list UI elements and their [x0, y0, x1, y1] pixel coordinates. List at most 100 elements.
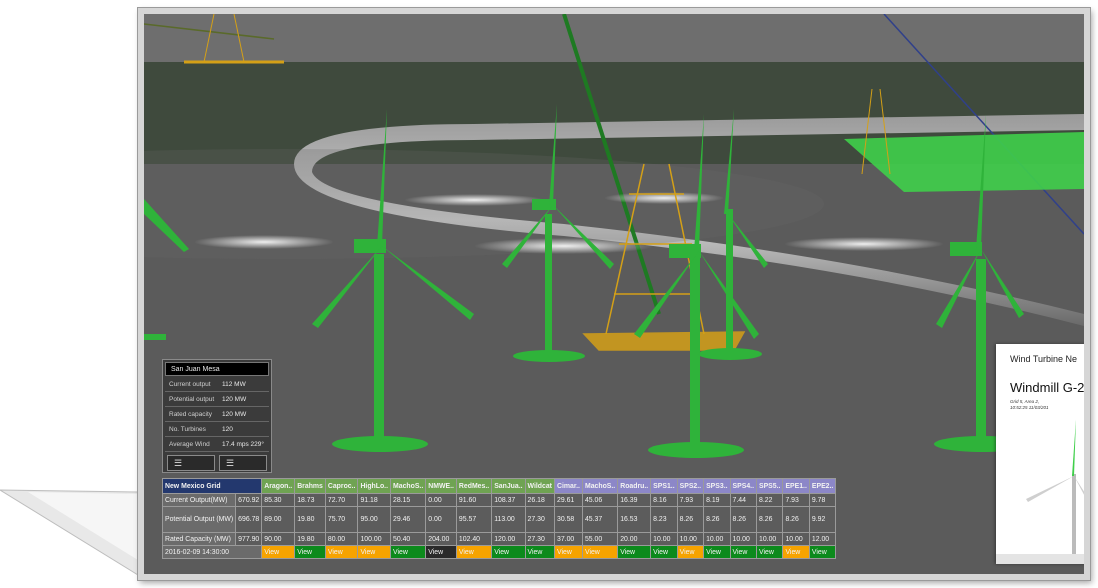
grid-cell: 204.00 — [425, 532, 457, 546]
grid-cell: 8.26 — [703, 506, 731, 533]
grid-cell: 0.00 — [425, 506, 457, 533]
grid-cell: 85.30 — [261, 493, 296, 507]
grid-cell: 95.57 — [455, 506, 493, 533]
view-button[interactable]: View — [581, 545, 619, 559]
grid-column-header[interactable]: MachoS.. — [581, 478, 619, 494]
view-button[interactable]: View — [782, 545, 810, 559]
grid-column-header[interactable]: Cimar.. — [553, 478, 583, 494]
grid-cell: 29.46 — [390, 506, 427, 533]
grid-cell: 108.37 — [491, 493, 526, 507]
grid-column-header[interactable]: SPS4.. — [729, 478, 757, 494]
grid-cell: 75.70 — [324, 506, 359, 533]
grid-cell: 18.73 — [294, 493, 326, 507]
grid-cell: 7.44 — [729, 493, 757, 507]
list-icon[interactable]: ☰ — [167, 455, 215, 471]
grid-cell: 8.19 — [703, 493, 731, 507]
grid-cell: 10.00 — [676, 532, 705, 546]
grid-title: New Mexico Grid — [161, 478, 263, 494]
grid-cell: 30.58 — [553, 506, 583, 533]
grid-column-header[interactable]: Wildcat — [524, 478, 555, 494]
grid-column-header[interactable]: NMWE.. — [425, 478, 457, 494]
grid-row-label: Rated Capacity (MW) — [161, 532, 237, 546]
grid-column-header[interactable]: SanJua.. — [491, 478, 526, 494]
site-title: San Juan Mesa — [165, 362, 269, 376]
grid-column-header[interactable]: SPS1.. — [650, 478, 678, 494]
grid-column-header[interactable]: HighLo.. — [357, 478, 392, 494]
view-button[interactable]: View — [524, 545, 555, 559]
grid-cell: 55.00 — [581, 532, 619, 546]
card-subtitle: Grid 5, Area 2, 10:52:25 11/03/201 — [1010, 399, 1049, 410]
view-button[interactable]: View — [491, 545, 526, 559]
grid-cell: 27.30 — [524, 532, 555, 546]
grid-row: Current Output(MW) 670.92 85.30 18.73 72.70 9… — [161, 493, 837, 507]
grid-cell: 45.06 — [581, 493, 619, 507]
view-button[interactable]: View — [425, 545, 457, 559]
grid-view-row: 2016-02-09 14:30:00 View View View View View V… — [161, 545, 837, 559]
grid-column-header[interactable]: MachoS.. — [390, 478, 427, 494]
grid-row-label: Potential Output (MW) — [161, 506, 237, 533]
grid-column-header[interactable]: Brahms — [294, 478, 326, 494]
view-button[interactable]: View — [617, 545, 652, 559]
grid-column-header[interactable]: SPS3.. — [703, 478, 731, 494]
grid-cell: 37.00 — [553, 532, 583, 546]
grid-cell: 19.80 — [294, 506, 326, 533]
grid-cell: 100.00 — [357, 532, 392, 546]
view-button[interactable]: View — [755, 545, 784, 559]
view-button[interactable]: View — [357, 545, 392, 559]
info-row-rated: Rated capacity 120 MW — [165, 408, 269, 422]
grid-cell: 91.60 — [455, 493, 493, 507]
grid-cell: 27.30 — [524, 506, 555, 533]
grid-column-header[interactable]: EPE2.. — [808, 478, 837, 494]
view-button[interactable]: View — [808, 545, 837, 559]
grid-cell: 29.61 — [553, 493, 583, 507]
grid-column-header[interactable]: RedMes.. — [455, 478, 493, 494]
grid-cell: 8.26 — [755, 506, 784, 533]
grid-column-header[interactable]: Roadru.. — [617, 478, 652, 494]
grid-row: Rated Capacity (MW) 977.90 90.00 19.80 80.00… — [161, 532, 837, 546]
grid-cell: 9.92 — [808, 506, 837, 533]
grid-cell: 95.00 — [357, 506, 392, 533]
grid-column-header[interactable]: Caproc.. — [324, 478, 359, 494]
grid-cell: 10.00 — [703, 532, 731, 546]
info-row-potential: Potential output 120 MW — [165, 393, 269, 407]
grid-cell: 16.39 — [617, 493, 652, 507]
grid-cell: 10.00 — [650, 532, 678, 546]
grid-cell: 113.00 — [491, 506, 526, 533]
view-button[interactable]: View — [703, 545, 731, 559]
grid-column-header[interactable]: Aragon.. — [261, 478, 296, 494]
grid-cell: 20.00 — [617, 532, 652, 546]
view-button[interactable]: View — [294, 545, 326, 559]
grid-cell: 8.22 — [755, 493, 784, 507]
view-button[interactable]: View — [455, 545, 493, 559]
viewport-frame: San Juan Mesa Current output 112 MW Poten… — [138, 8, 1090, 580]
grid-cell: 19.80 — [294, 532, 326, 546]
view-button[interactable]: View — [650, 545, 678, 559]
grid-column-header[interactable]: SPS2.. — [676, 478, 705, 494]
view-button[interactable]: View — [676, 545, 705, 559]
grid-cell: 91.18 — [357, 493, 392, 507]
grid-cell: 26.18 — [524, 493, 555, 507]
grid-cell: 28.15 — [390, 493, 427, 507]
grid-cell: 8.26 — [782, 506, 810, 533]
grid-cell: 10.00 — [755, 532, 784, 546]
grid-cell: 120.00 — [491, 532, 526, 546]
grid-column-header[interactable]: EPE1.. — [782, 478, 810, 494]
view-button[interactable]: View — [390, 545, 427, 559]
grid-cell: 10.00 — [729, 532, 757, 546]
grid-timestamp: 2016-02-09 14:30:00 — [161, 545, 263, 559]
card-title: Wind Turbine Ne — [1010, 354, 1078, 364]
info-row-turbines: No. Turbines 120 — [165, 423, 269, 437]
view-button[interactable]: View — [324, 545, 359, 559]
grid-row-total: 696.78 — [235, 506, 263, 533]
grid-column-header[interactable]: SPS5.. — [755, 478, 784, 494]
grid-cell: 8.26 — [729, 506, 757, 533]
grid-cell: 80.00 — [324, 532, 359, 546]
grid-row-label: Current Output(MW) — [161, 493, 237, 507]
view-button[interactable]: View — [729, 545, 757, 559]
grid-cell: 7.93 — [676, 493, 705, 507]
turbine-detail-card[interactable]: Wind Turbine Ne Windmill G-28 Grid 5, Ar… — [996, 344, 1084, 564]
view-button[interactable]: View — [261, 545, 296, 559]
site-info-panel: San Juan Mesa Current output 112 MW Poten… — [162, 359, 272, 473]
list-icon[interactable]: ☰ — [219, 455, 267, 471]
view-button[interactable]: View — [553, 545, 583, 559]
